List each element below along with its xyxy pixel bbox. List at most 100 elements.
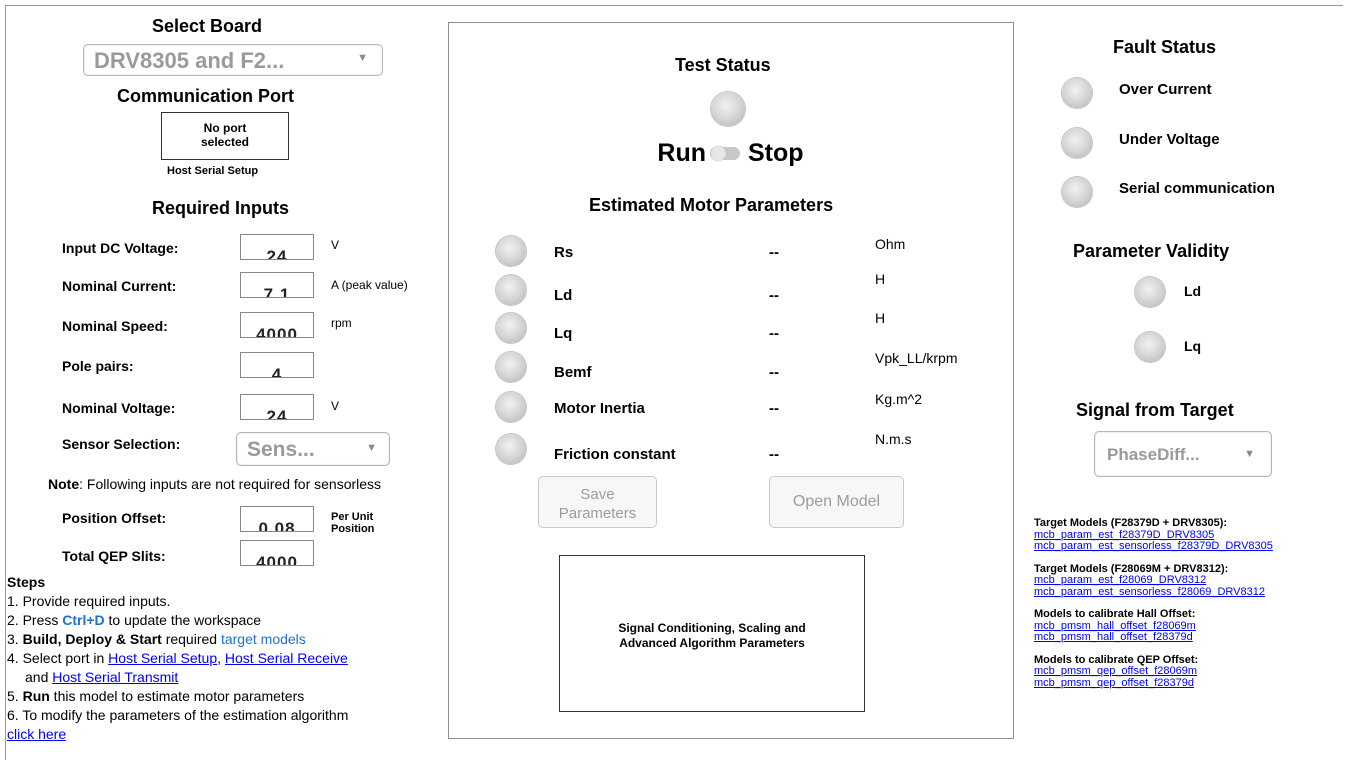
host-serial-setup-link[interactable]: Host Serial Setup xyxy=(108,650,217,666)
group4-link2[interactable]: mcb_pmsm_qep_offset_f28379d xyxy=(1034,677,1273,690)
param-lamp-ld xyxy=(496,275,526,305)
fault-label: Serial communication xyxy=(1119,180,1275,197)
sensor-selection-select[interactable]: Sens... ▼ xyxy=(236,432,390,466)
test-status-lamp xyxy=(711,92,745,126)
estimated-parameters-title: Estimated Motor Parameters xyxy=(589,195,834,215)
required-inputs-title: Required Inputs xyxy=(152,198,290,218)
port-status-line1: No port xyxy=(203,121,247,135)
param-unit: Vpk_LL/krpm xyxy=(875,350,958,366)
nominal-current-label: Nominal Current: xyxy=(62,278,177,294)
step-3-b: required xyxy=(161,631,221,647)
step-2-key: Ctrl+D xyxy=(62,612,105,628)
signal-from-target-title: Signal from Target xyxy=(1076,400,1234,420)
fault-status-title: Fault Status xyxy=(1113,37,1217,57)
run-stop-switch[interactable]: Run Stop xyxy=(620,138,840,170)
validity-label: Ld xyxy=(1184,283,1202,299)
param-unit: Kg.m^2 xyxy=(875,391,923,407)
qep-slits-field[interactable]: 4000 xyxy=(240,540,314,566)
validity-lamp xyxy=(1135,277,1165,307)
param-value: -- xyxy=(769,287,779,304)
step-4-a: 4. Select port in xyxy=(7,650,109,666)
host-serial-setup-block[interactable]: No port selected xyxy=(161,112,289,160)
param-unit: H xyxy=(875,310,886,326)
sensor-selection-label: Sensor Selection: xyxy=(62,436,181,452)
param-value: -- xyxy=(769,446,779,463)
step-2-a: 2. Press xyxy=(7,612,63,628)
position-offset-unit-2: Position xyxy=(331,523,375,535)
signal-box-line1: Signal Conditioning, Scaling and xyxy=(618,621,806,635)
host-serial-receive-link[interactable]: Host Serial Receive xyxy=(225,650,348,666)
step-5-a: 5. xyxy=(7,688,23,704)
param-value: -- xyxy=(769,400,779,417)
signal-from-target-value: PhaseDiff... xyxy=(1107,445,1200,464)
fault-label: Over Current xyxy=(1119,81,1212,98)
step-1: 1. Provide required inputs. xyxy=(7,593,171,609)
signal-conditioning-block[interactable]: Signal Conditioning, Scaling and Advance… xyxy=(559,555,865,712)
input-dc-voltage-label: Input DC Voltage: xyxy=(62,240,179,256)
fault-lamp xyxy=(1062,128,1092,158)
position-offset-unit: Per Unit Position xyxy=(331,511,374,535)
group3-link2[interactable]: mcb_pmsm_hall_offset_f28379d xyxy=(1034,631,1273,644)
open-model-button[interactable]: Open Model xyxy=(769,476,904,528)
param-value: -- xyxy=(769,325,779,342)
steps-title: Steps xyxy=(7,574,46,590)
param-name: Lq xyxy=(554,325,573,342)
step-5: 5. Run this model to estimate motor para… xyxy=(7,687,437,706)
param-name: Ld xyxy=(554,287,573,304)
target-models-link[interactable]: target models xyxy=(221,631,306,647)
pole-pairs-label: Pole pairs: xyxy=(62,358,134,374)
save-line2: Parameters xyxy=(558,505,637,522)
validity-label: Lq xyxy=(1184,338,1202,354)
param-name: Motor Inertia xyxy=(554,400,645,417)
step-5-bold: Run xyxy=(22,688,50,704)
validity-lamp xyxy=(1135,332,1165,362)
param-unit: H xyxy=(875,271,886,287)
param-unit: Ohm xyxy=(875,236,906,252)
fault-label: Under Voltage xyxy=(1119,131,1220,148)
nominal-current-unit: A (peak value) xyxy=(331,278,408,292)
test-status-title: Test Status xyxy=(675,55,771,75)
chevron-down-icon: ▼ xyxy=(1244,448,1255,460)
save-line1: Save xyxy=(580,486,615,503)
board-select[interactable]: DRV8305 and F2... ▼ xyxy=(83,44,383,76)
nominal-speed-value: 4000 xyxy=(256,325,298,338)
pole-pairs-value: 4 xyxy=(271,365,283,378)
sensorless-note: Note: Following inputs are not required … xyxy=(48,476,381,492)
nominal-voltage-unit: V xyxy=(331,399,340,413)
nominal-speed-field[interactable]: 4000 xyxy=(240,312,314,338)
host-serial-setup-label: Host Serial Setup xyxy=(167,165,259,177)
step-2: 2. Press Ctrl+D to update the workspace xyxy=(7,611,437,630)
input-dc-voltage-value: 24 xyxy=(266,247,288,260)
param-lamp-lq xyxy=(496,313,526,343)
step-6: 6. To modify the parameters of the estim… xyxy=(7,707,349,723)
group4-link1[interactable]: mcb_pmsm_qep_offset_f28069m xyxy=(1034,665,1273,678)
input-dc-voltage-field[interactable]: 24 xyxy=(240,234,314,260)
fault-lamp xyxy=(1062,78,1092,108)
nominal-current-field[interactable]: 7.1 xyxy=(240,272,314,298)
nominal-current-value: 7.1 xyxy=(263,285,291,298)
signal-box-line2: Advanced Algorithm Parameters xyxy=(619,636,805,650)
port-status-line2: selected xyxy=(200,135,250,149)
signal-from-target-select[interactable]: PhaseDiff... ▼ xyxy=(1094,431,1272,477)
nominal-voltage-field[interactable]: 24 xyxy=(240,394,314,420)
pole-pairs-field[interactable]: 4 xyxy=(240,352,314,378)
param-lamp-bemf xyxy=(496,352,526,382)
note-text: : Following inputs are not required for … xyxy=(79,476,382,492)
param-unit: N.m.s xyxy=(875,431,912,447)
parameter-validity-title: Parameter Validity xyxy=(1073,241,1230,261)
group2-link2[interactable]: mcb_param_est_sensorless_f28069_DRV8312 xyxy=(1034,586,1273,599)
nominal-speed-unit: rpm xyxy=(331,316,352,330)
group2-link1[interactable]: mcb_param_est_f28069_DRV8312 xyxy=(1034,574,1273,587)
save-parameters-button[interactable]: Save Parameters xyxy=(538,476,657,528)
position-offset-value: 0.08 xyxy=(258,519,296,532)
param-name: Bemf xyxy=(554,364,592,381)
position-offset-unit-1: Per Unit xyxy=(331,511,374,523)
group1-link2[interactable]: mcb_param_est_sensorless_f28379D_DRV8305 xyxy=(1034,540,1273,553)
board-select-value: DRV8305 and F2... xyxy=(94,48,285,73)
click-here-link[interactable]: click here xyxy=(7,726,66,742)
target-models-section: Target Models (F28379D + DRV8305): mcb_p… xyxy=(1034,517,1273,690)
chevron-down-icon: ▼ xyxy=(366,442,377,454)
position-offset-field[interactable]: 0.08 xyxy=(240,506,314,532)
step-3: 3. Build, Deploy & Start required target… xyxy=(7,630,437,649)
host-serial-transmit-link[interactable]: Host Serial Transmit xyxy=(52,669,178,685)
